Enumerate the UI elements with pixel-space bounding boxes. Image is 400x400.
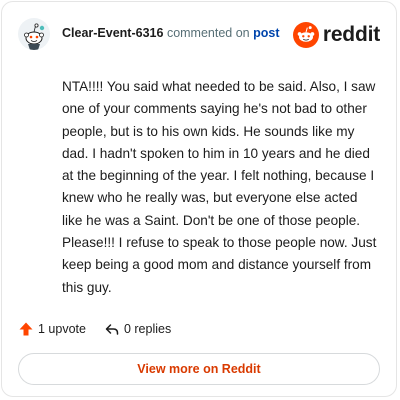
reddit-snoo-logo-icon — [292, 22, 319, 48]
comment-header: Clear-Event-6316 commented on post reddi… — [18, 16, 380, 54]
reply-stat[interactable]: 0 replies — [104, 321, 171, 337]
upvote-stat[interactable]: 1 upvote — [18, 321, 86, 337]
user-avatar[interactable] — [18, 18, 50, 50]
view-more-button[interactable]: View more on Reddit — [18, 353, 380, 385]
upvote-arrow-icon — [19, 322, 33, 336]
reddit-logo[interactable]: reddit — [292, 21, 380, 49]
post-link[interactable]: post — [253, 26, 279, 40]
reply-count: 0 replies — [123, 322, 172, 336]
byline: Clear-Event-6316 commented on post — [62, 26, 280, 40]
snoo-avatar-icon — [24, 23, 45, 50]
comment-embed-card: Clear-Event-6316 commented on post reddi… — [1, 1, 397, 397]
action-text: commented on — [166, 26, 250, 40]
upvote-count: 1 upvote — [38, 322, 86, 336]
brand-name: reddit — [322, 23, 380, 46]
comment-stats: 1 upvote 0 replies — [18, 319, 171, 339]
comment-body: NTA!!!! You said what needed to be said.… — [62, 79, 377, 295]
username[interactable]: Clear-Event-6316 — [62, 26, 163, 40]
reply-icon — [105, 324, 119, 335]
